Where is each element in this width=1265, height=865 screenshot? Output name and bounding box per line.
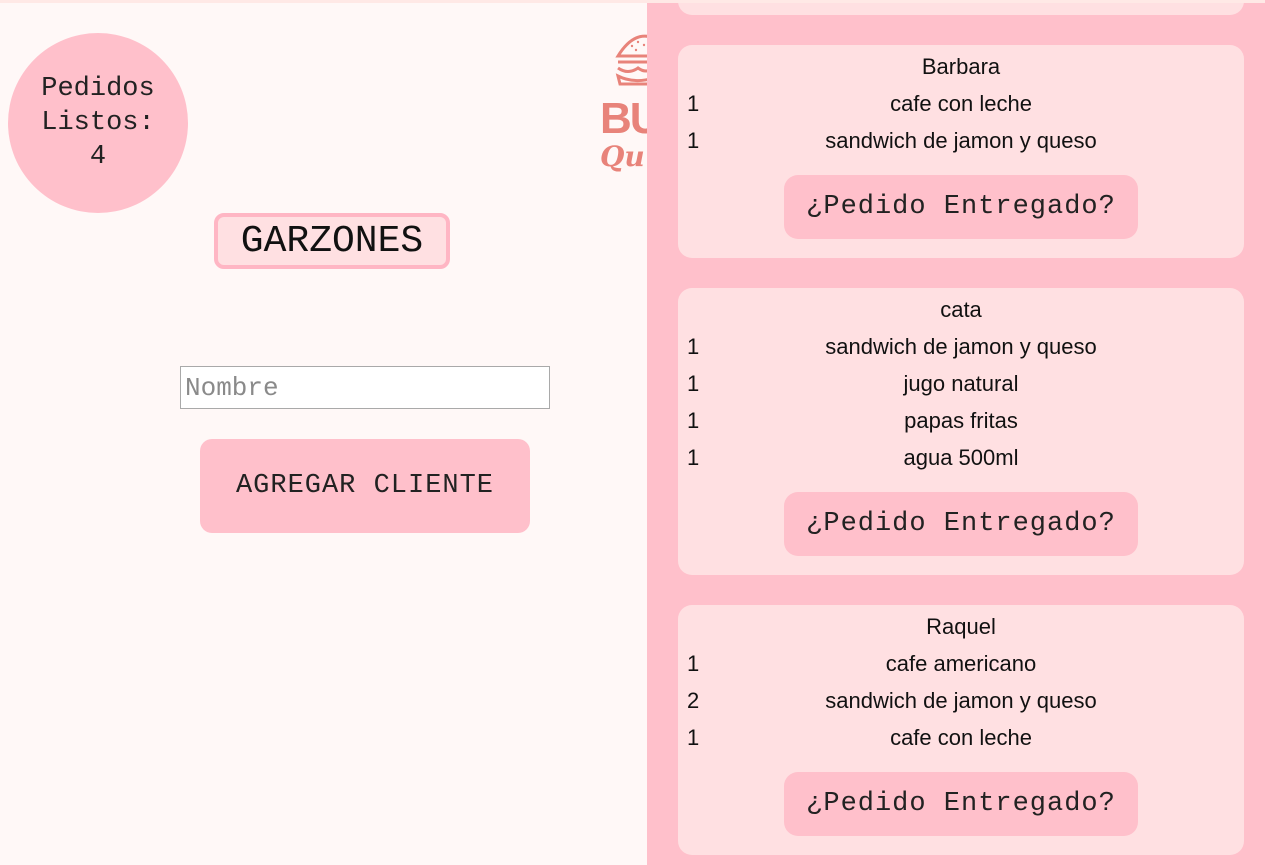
order-item: 1 sandwich de jamon y queso	[678, 122, 1244, 159]
order-item: 1 cafe americano	[678, 645, 1244, 682]
item-name: cafe con leche	[890, 91, 1032, 116]
order-delivered-button[interactable]: ¿Pedido Entregado?	[784, 175, 1138, 239]
order-card: Barbara 1 cafe con leche 1 sandwich de j…	[678, 45, 1244, 258]
ready-orders-badge: Pedidos Listos: 4	[8, 33, 188, 213]
item-quantity: 2	[687, 688, 700, 713]
item-quantity: 1	[687, 91, 700, 116]
item-name: papas fritas	[904, 408, 1018, 433]
item-name: cafe con leche	[890, 725, 1032, 750]
page-title: GARZONES	[214, 213, 450, 269]
order-item: 1 cafe con leche	[678, 85, 1244, 122]
order-card-partial	[678, 3, 1244, 15]
client-name-input[interactable]	[180, 366, 550, 409]
ready-label-line2: Listos:	[41, 108, 155, 138]
order-item: 1 sandwich de jamon y queso	[678, 328, 1244, 365]
item-quantity: 1	[687, 725, 700, 750]
ready-label-line1: Pedidos	[41, 74, 155, 104]
order-delivered-button[interactable]: ¿Pedido Entregado?	[784, 772, 1138, 836]
order-item: 1 papas fritas	[678, 402, 1244, 439]
order-client-name: Barbara	[921, 54, 1001, 79]
item-name: sandwich de jamon y queso	[825, 334, 1097, 359]
add-client-button[interactable]: AGREGAR CLIENTE	[200, 439, 530, 533]
item-quantity: 1	[687, 128, 700, 153]
item-name: agua 500ml	[903, 445, 1019, 470]
order-item: 1 cafe con leche	[678, 719, 1244, 756]
item-quantity: 1	[687, 334, 700, 359]
order-item: 2 sandwich de jamon y queso	[678, 682, 1244, 719]
order-delivered-button[interactable]: ¿Pedido Entregado?	[784, 492, 1138, 556]
item-name: jugo natural	[903, 371, 1019, 396]
order-card: cata 1 sandwich de jamon y queso 1 jugo …	[678, 288, 1244, 575]
order-card: Raquel 1 cafe americano 2 sandwich de ja…	[678, 605, 1244, 855]
item-quantity: 1	[687, 651, 700, 676]
item-name: sandwich de jamon y queso	[825, 128, 1097, 153]
item-name: sandwich de jamon y queso	[825, 688, 1097, 713]
item-name: cafe americano	[885, 651, 1037, 676]
ready-count: 4	[89, 142, 107, 172]
logo-text-bottom: Qu	[600, 140, 645, 173]
item-quantity: 1	[687, 445, 700, 470]
order-item: 1 agua 500ml	[678, 439, 1244, 476]
order-client-name: Raquel	[926, 614, 996, 639]
orders-panel[interactable]: Barbara 1 cafe con leche 1 sandwich de j…	[647, 3, 1265, 865]
order-client-name: cata	[940, 297, 982, 322]
item-quantity: 1	[687, 371, 700, 396]
item-quantity: 1	[687, 408, 700, 433]
order-item: 1 jugo natural	[678, 365, 1244, 402]
